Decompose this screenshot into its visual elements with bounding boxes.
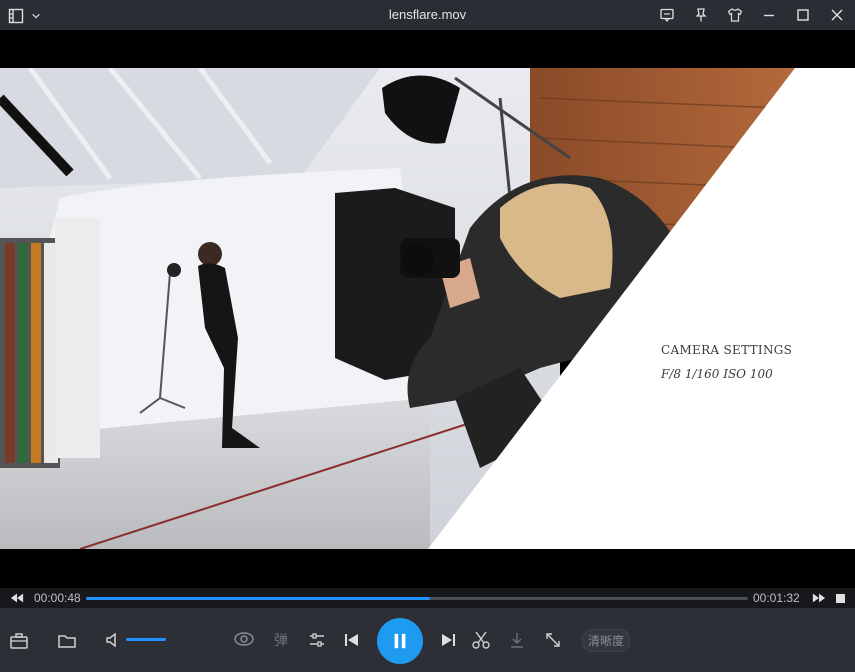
eye-icon[interactable] xyxy=(232,628,256,650)
video-scene-image xyxy=(0,68,855,549)
fullscreen-icon[interactable] xyxy=(542,629,564,651)
open-folder-icon[interactable] xyxy=(56,630,78,652)
camera-settings-overlay: CAMERA SETTINGS F/8 1/160 ISO 100 xyxy=(661,343,792,381)
total-time: 00:01:32 xyxy=(753,591,800,605)
maximize-icon[interactable] xyxy=(793,5,813,25)
clarity-button[interactable]: 清晰度 xyxy=(582,629,631,652)
menu-area xyxy=(6,6,42,26)
volume-icon[interactable] xyxy=(102,629,124,651)
rewind-icon[interactable] xyxy=(8,590,26,606)
toolbox-icon[interactable] xyxy=(8,630,30,652)
current-time: 00:00:48 xyxy=(34,591,81,605)
pin-icon[interactable] xyxy=(691,5,711,25)
overlay-heading: CAMERA SETTINGS xyxy=(661,343,793,357)
shirt-icon[interactable] xyxy=(725,5,745,25)
pause-button[interactable] xyxy=(377,618,423,664)
scissors-icon[interactable] xyxy=(470,629,492,651)
seek-bar-played xyxy=(86,597,431,600)
title-bar: lensflare.mov xyxy=(0,0,855,30)
download-icon[interactable] xyxy=(506,629,528,651)
window-controls xyxy=(657,5,847,25)
chevron-down-icon[interactable] xyxy=(30,6,42,26)
seek-bar[interactable] xyxy=(86,597,748,600)
playlist-icon[interactable] xyxy=(6,6,26,26)
overlay-subheading: F/8 1/160 ISO 100 xyxy=(661,367,773,381)
message-icon[interactable] xyxy=(657,5,677,25)
volume-slider[interactable] xyxy=(126,638,166,641)
control-bar: 弹 清晰度 xyxy=(0,608,855,672)
equalizer-icon[interactable] xyxy=(306,629,328,651)
fast-forward-icon[interactable] xyxy=(810,590,828,606)
previous-icon[interactable] xyxy=(342,629,362,651)
stop-icon[interactable] xyxy=(834,592,846,604)
progress-bar: 00:00:48 00:01:32 xyxy=(0,588,855,608)
danmu-button[interactable]: 弹 xyxy=(270,630,292,650)
minimize-icon[interactable] xyxy=(759,5,779,25)
video-area[interactable]: CAMERA SETTINGS F/8 1/160 ISO 100 xyxy=(0,30,855,588)
video-frame[interactable]: CAMERA SETTINGS F/8 1/160 ISO 100 xyxy=(0,68,855,549)
next-icon[interactable] xyxy=(438,629,458,651)
pause-icon xyxy=(394,633,406,649)
close-icon[interactable] xyxy=(827,5,847,25)
